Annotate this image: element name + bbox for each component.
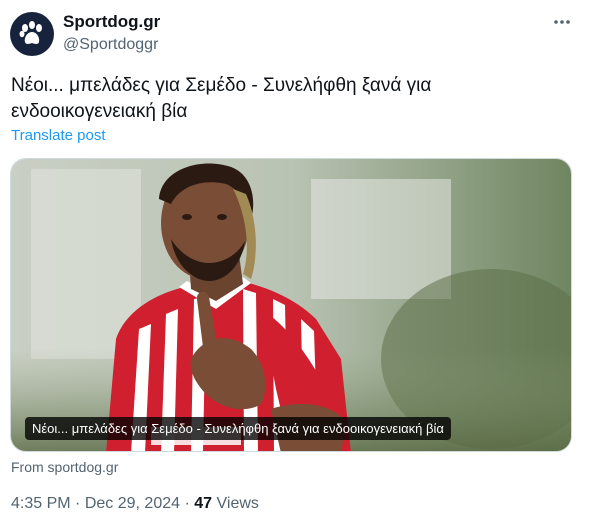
- post-meta: 4:35 PM · Dec 29, 2024 · 47 Views: [11, 495, 259, 513]
- meta-separator-2: ·: [184, 495, 190, 512]
- post-date[interactable]: Dec 29, 2024: [85, 495, 180, 512]
- more-icon: [554, 20, 570, 24]
- views-label: Views: [216, 495, 259, 512]
- post-time[interactable]: 4:35 PM: [11, 495, 71, 512]
- translate-post-link[interactable]: Translate post: [11, 127, 106, 144]
- views-count: 47: [194, 495, 213, 512]
- author-name[interactable]: Sportdog.gr: [63, 12, 160, 32]
- card-title: Νέοι... μπελάδες για Σεμέδο - Συνελήφθη …: [25, 417, 451, 440]
- card-source-link[interactable]: From sportdog.gr: [11, 459, 118, 475]
- article-photo: [11, 159, 571, 451]
- meta-separator: ·: [75, 495, 81, 512]
- more-options-button[interactable]: [550, 10, 574, 34]
- avatar[interactable]: [10, 12, 54, 56]
- link-card[interactable]: Νέοι... μπελάδες για Σεμέδο - Συνελήφθη …: [10, 158, 572, 452]
- author-handle[interactable]: @Sportdoggr: [63, 36, 158, 54]
- paw-icon: [19, 21, 42, 44]
- post-text: Νέοι... μπελάδες για Σεμέδο - Συνελήφθη …: [11, 75, 432, 122]
